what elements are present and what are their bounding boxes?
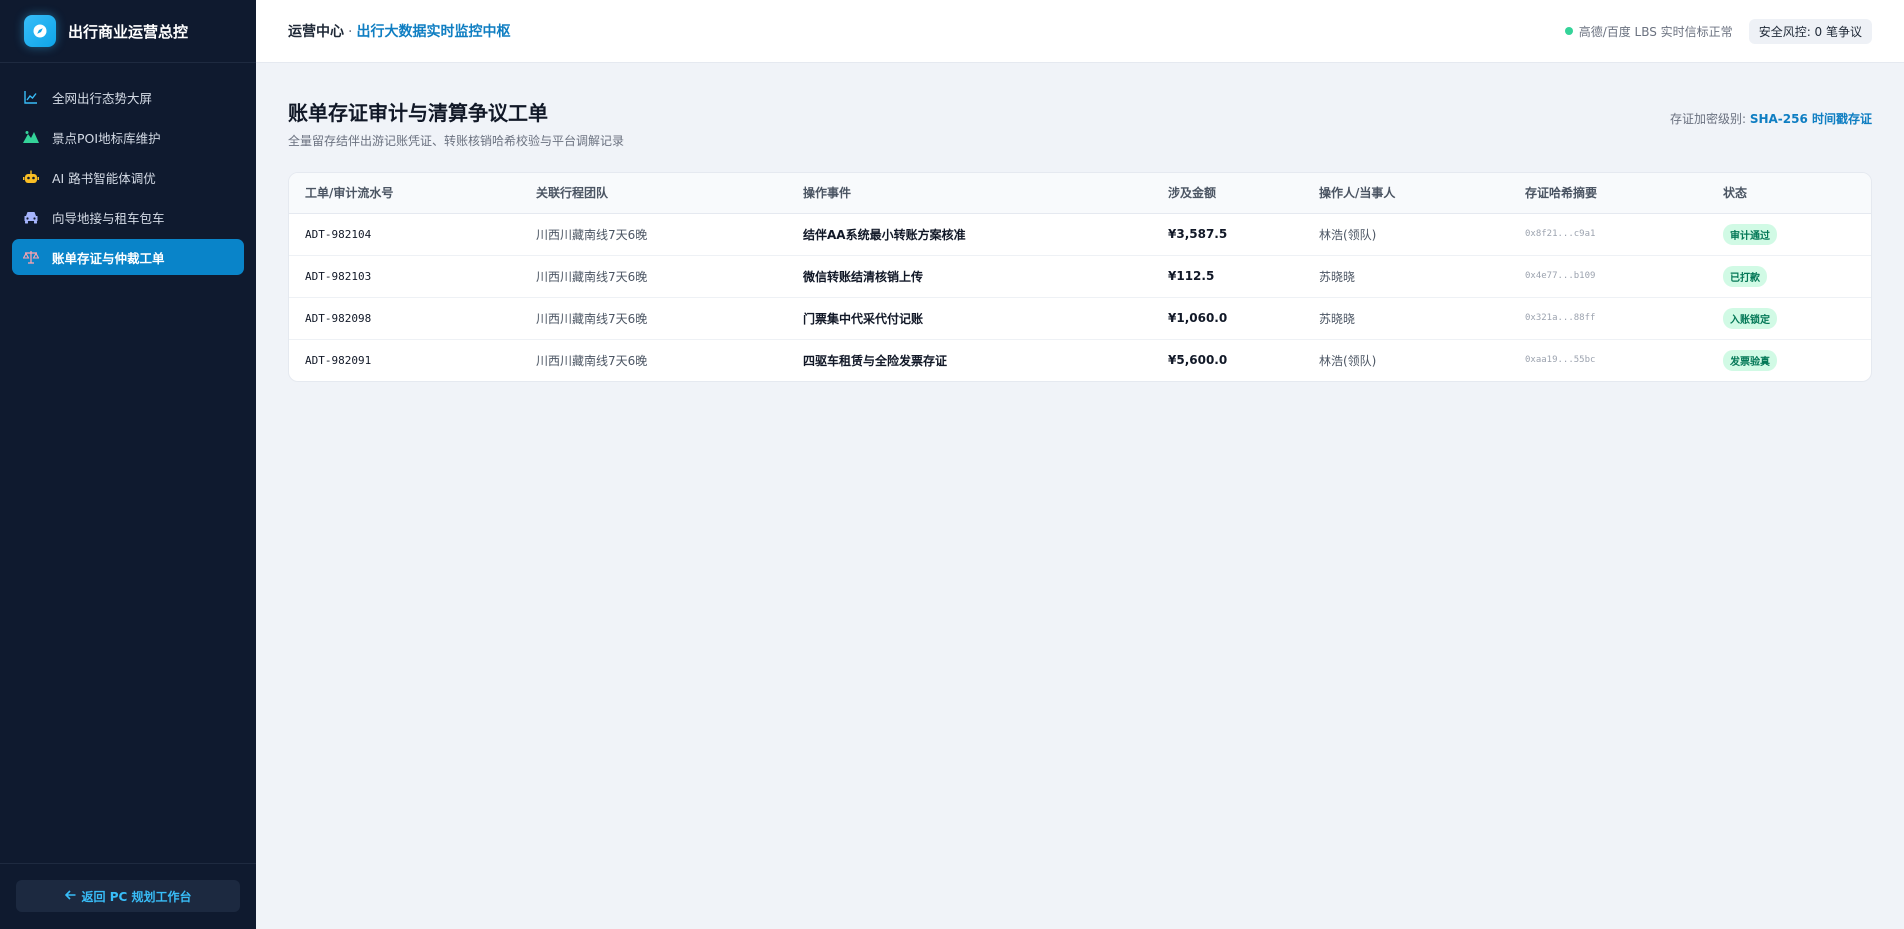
operator: 林浩(领队) bbox=[1319, 353, 1377, 368]
compass-icon bbox=[24, 15, 56, 47]
encryption-level-value: SHA-256 时间戳存证 bbox=[1749, 112, 1872, 126]
page-subtitle: 全量留存结伴出游记账凭证、转账核销哈希校验与平台调解记录 bbox=[288, 134, 625, 148]
column-header: 状态 bbox=[1707, 173, 1871, 214]
column-header: 关联行程团队 bbox=[520, 173, 787, 214]
risk-control-badge: 安全风控: 0 笔争议 bbox=[1748, 18, 1872, 44]
sidebar: 出行商业运营总控 全网出行态势大屏 景点POI地标库维护 AI 路书智能体调优 … bbox=[0, 0, 256, 929]
encryption-level: 存证加密级别: SHA-256 时间戳存证 bbox=[1670, 110, 1872, 149]
hash-digest: 0x8f21...c9a1 bbox=[1509, 213, 1707, 256]
amount: ¥3,587.5 bbox=[1152, 213, 1303, 256]
status-badge: 审计通过 bbox=[1723, 223, 1777, 245]
header-right: 高德/百度 LBS 实时信标正常 安全风控: 0 笔争议 bbox=[1564, 18, 1872, 44]
status-cell: 已打款 bbox=[1707, 255, 1871, 298]
table-row[interactable]: ADT-982103 川西川藏南线7天6晚 微信转账结清核销上传 ¥112.5 … bbox=[289, 255, 1871, 298]
ticket-id: ADT-982098 bbox=[289, 297, 520, 340]
table-row[interactable]: ADT-982104 川西川藏南线7天6晚 结伴AA系统最小转账方案核准 ¥3,… bbox=[289, 213, 1871, 256]
ticket-id: ADT-982104 bbox=[289, 213, 520, 256]
encryption-level-label: 存证加密级别: bbox=[1669, 112, 1750, 126]
back-button-label: 返回 PC 规划工作台 bbox=[81, 889, 192, 904]
top-header: 运营中心 · 出行大数据实时监控中枢 高德/百度 LBS 实时信标正常 安全风控: … bbox=[256, 0, 1904, 63]
sidebar-item-label: 景点POI地标库维护 bbox=[52, 130, 161, 146]
sidebar-item-label: AI 路书智能体调优 bbox=[52, 170, 156, 186]
breadcrumb: 运营中心 · 出行大数据实时监控中枢 bbox=[288, 21, 510, 41]
audit-table: 工单/审计流水号 关联行程团队 操作事件 涉及金额 操作人/当事人 存证哈希摘要… bbox=[289, 173, 1871, 381]
status-cell: 发票验真 bbox=[1707, 339, 1871, 381]
trip-team: 川西川藏南线7天6晚 bbox=[520, 297, 787, 340]
brand: 出行商业运营总控 bbox=[0, 0, 256, 63]
operation-event: 结伴AA系统最小转账方案核准 bbox=[787, 213, 1152, 256]
table-row[interactable]: ADT-982091 川西川藏南线7天6晚 四驱车租赁与全险发票存证 ¥5,60… bbox=[289, 339, 1871, 381]
lbs-status-text: 高德/百度 LBS 实时信标正常 bbox=[1578, 24, 1733, 39]
status-cell: 入账锁定 bbox=[1707, 297, 1871, 340]
back-to-pc-planner-button[interactable]: 返回 PC 规划工作台 bbox=[16, 880, 240, 912]
table-header-row: 工单/审计流水号 关联行程团队 操作事件 涉及金额 操作人/当事人 存证哈希摘要… bbox=[289, 173, 1871, 214]
column-header: 工单/审计流水号 bbox=[289, 173, 520, 214]
operator: 苏晓晓 bbox=[1303, 297, 1509, 340]
sidebar-item-guide-car[interactable]: 向导地接与租车包车 bbox=[12, 199, 244, 235]
sidebar-footer: 返回 PC 规划工作台 bbox=[0, 863, 256, 929]
trip-team: 川西川藏南线7天6晚 bbox=[536, 353, 648, 368]
column-header: 操作事件 bbox=[787, 173, 1152, 214]
sidebar-nav: 全网出行态势大屏 景点POI地标库维护 AI 路书智能体调优 向导地接与租车包车… bbox=[0, 63, 256, 863]
column-header: 操作人/当事人 bbox=[1303, 173, 1509, 214]
sidebar-item-billing-arbitration[interactable]: 账单存证与仲裁工单 bbox=[12, 239, 244, 275]
line-chart-icon bbox=[22, 88, 40, 106]
sidebar-item-label: 账单存证与仲裁工单 bbox=[52, 250, 165, 266]
column-header: 涉及金额 bbox=[1152, 173, 1303, 214]
amount: ¥112.5 bbox=[1152, 255, 1303, 298]
sidebar-item-ai-roadbook[interactable]: AI 路书智能体调优 bbox=[12, 159, 244, 195]
status-badge: 发票验真 bbox=[1723, 349, 1777, 371]
operation-event: 门票集中代采代付记账 bbox=[787, 297, 1152, 340]
sidebar-item-dashboard[interactable]: 全网出行态势大屏 bbox=[12, 79, 244, 115]
operation-event: 四驱车租赁与全险发票存证 bbox=[803, 353, 948, 368]
status-dot-icon bbox=[1564, 27, 1573, 35]
car-icon bbox=[22, 208, 40, 226]
status-badge: 入账锁定 bbox=[1723, 307, 1777, 329]
sidebar-item-label: 向导地接与租车包车 bbox=[52, 210, 165, 226]
ticket-id: ADT-982103 bbox=[289, 255, 520, 298]
breadcrumb-separator: · bbox=[348, 24, 353, 40]
operator: 林浩(领队) bbox=[1303, 213, 1509, 256]
main-content: 账单存证审计与清算争议工单 全量留存结伴出游记账凭证、转账核销哈希校验与平台调解… bbox=[288, 63, 1872, 382]
audit-table-card: 工单/审计流水号 关联行程团队 操作事件 涉及金额 操作人/当事人 存证哈希摘要… bbox=[288, 172, 1872, 382]
page-title: 账单存证审计与清算争议工单 bbox=[288, 101, 548, 125]
robot-icon bbox=[22, 168, 40, 186]
sidebar-item-label: 全网出行态势大屏 bbox=[52, 90, 153, 106]
column-header: 存证哈希摘要 bbox=[1509, 173, 1707, 214]
trip-team: 川西川藏南线7天6晚 bbox=[520, 255, 787, 298]
lbs-status: 高德/百度 LBS 实时信标正常 bbox=[1564, 23, 1733, 40]
ticket-id: ADT-982091 bbox=[305, 353, 372, 367]
hash-digest: 0x321a...88ff bbox=[1509, 297, 1707, 340]
trip-team: 川西川藏南线7天6晚 bbox=[520, 213, 787, 256]
operator: 苏晓晓 bbox=[1303, 255, 1509, 298]
amount: ¥1,060.0 bbox=[1152, 297, 1303, 340]
status-badge: 已打款 bbox=[1723, 265, 1767, 287]
status-cell: 审计通过 bbox=[1707, 213, 1871, 256]
page-head: 账单存证审计与清算争议工单 全量留存结伴出游记账凭证、转账核销哈希校验与平台调解… bbox=[288, 63, 1872, 149]
breadcrumb-root[interactable]: 运营中心 bbox=[288, 24, 344, 40]
table-row[interactable]: ADT-982098 川西川藏南线7天6晚 门票集中代采代付记账 ¥1,060.… bbox=[289, 297, 1871, 340]
mountain-icon bbox=[22, 128, 40, 146]
arrow-left-icon bbox=[64, 889, 76, 903]
amount: ¥5,600.0 bbox=[1168, 353, 1228, 368]
breadcrumb-current: 出行大数据实时监控中枢 bbox=[356, 24, 511, 40]
sidebar-item-poi[interactable]: 景点POI地标库维护 bbox=[12, 119, 244, 155]
scale-icon bbox=[22, 248, 40, 266]
hash-digest: 0xaa19...55bc bbox=[1525, 355, 1596, 366]
brand-title: 出行商业运营总控 bbox=[68, 22, 189, 41]
hash-digest: 0x4e77...b109 bbox=[1509, 255, 1707, 298]
operation-event: 微信转账结清核销上传 bbox=[787, 255, 1152, 298]
